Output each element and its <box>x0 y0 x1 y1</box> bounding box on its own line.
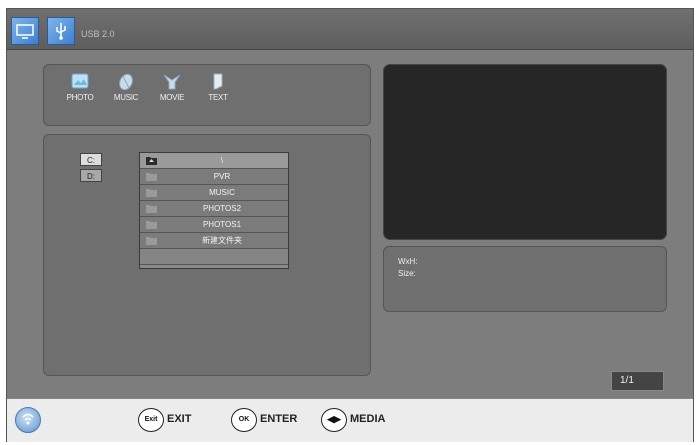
list-item-empty <box>140 249 288 265</box>
exit-key-icon[interactable]: Exit <box>138 408 164 432</box>
folder-icon <box>146 205 157 213</box>
music-icon <box>119 73 133 91</box>
ok-key-icon[interactable]: OK <box>231 408 257 432</box>
wxh-label: WxH: <box>398 257 418 266</box>
list-item[interactable]: PHOTOS1 <box>140 217 288 233</box>
movie-icon <box>163 74 181 90</box>
top-bar: USB 2.0 <box>7 9 693 50</box>
tab-text[interactable]: TEXT <box>196 65 240 117</box>
up-folder-icon <box>146 157 157 165</box>
media-tabs-panel: PHOTO MUSIC MOVIE TEXT <box>43 64 371 126</box>
brand-logo-icon <box>15 407 41 433</box>
tab-music[interactable]: MUSIC <box>104 65 148 117</box>
list-item[interactable]: PHOTOS2 <box>140 201 288 217</box>
folder-icon <box>146 237 157 245</box>
list-item[interactable]: PVR <box>140 169 288 185</box>
folder-icon <box>146 221 157 229</box>
preview-area <box>383 64 667 240</box>
list-item[interactable]: MUSIC <box>140 185 288 201</box>
drive-c-button[interactable]: C: <box>80 153 102 166</box>
list-item[interactable]: 新建文件夹 <box>140 233 288 249</box>
folder-icon <box>146 189 157 197</box>
photo-icon <box>71 73 89 89</box>
header-label: USB 2.0 <box>81 29 115 39</box>
main-area: PHOTO MUSIC MOVIE TEXT C: D: \ PVR MUSIC… <box>7 50 693 398</box>
media-hint-label: MEDIA <box>350 413 386 425</box>
usb-icon <box>47 17 75 45</box>
size-label: Size: <box>398 269 416 278</box>
file-info-panel: WxH: Size: <box>383 246 667 312</box>
enter-hint-label: ENTER <box>260 413 298 425</box>
list-item[interactable]: \ <box>140 153 288 169</box>
file-list: \ PVR MUSIC PHOTOS2 PHOTOS1 新建文件夹 <box>139 152 289 269</box>
bottom-bar: Exit EXIT OK ENTER ◀▶ MEDIA <box>7 398 693 442</box>
folder-icon <box>146 173 157 181</box>
text-icon <box>213 73 223 90</box>
drive-d-button[interactable]: D: <box>80 169 102 182</box>
page-indicator: 1/1 <box>611 371 664 391</box>
exit-hint-label: EXIT <box>167 413 192 425</box>
file-browser-panel: C: D: \ PVR MUSIC PHOTOS2 PHOTOS1 新建文件夹 <box>43 134 371 376</box>
tab-movie[interactable]: MOVIE <box>150 65 194 117</box>
arrows-key-icon[interactable]: ◀▶ <box>321 408 347 432</box>
tv-icon <box>11 17 39 45</box>
tab-photo[interactable]: PHOTO <box>58 65 102 117</box>
media-player-window: USB 2.0 PHOTO MUSIC MOVIE TEXT C: D: \ P… <box>6 8 694 442</box>
